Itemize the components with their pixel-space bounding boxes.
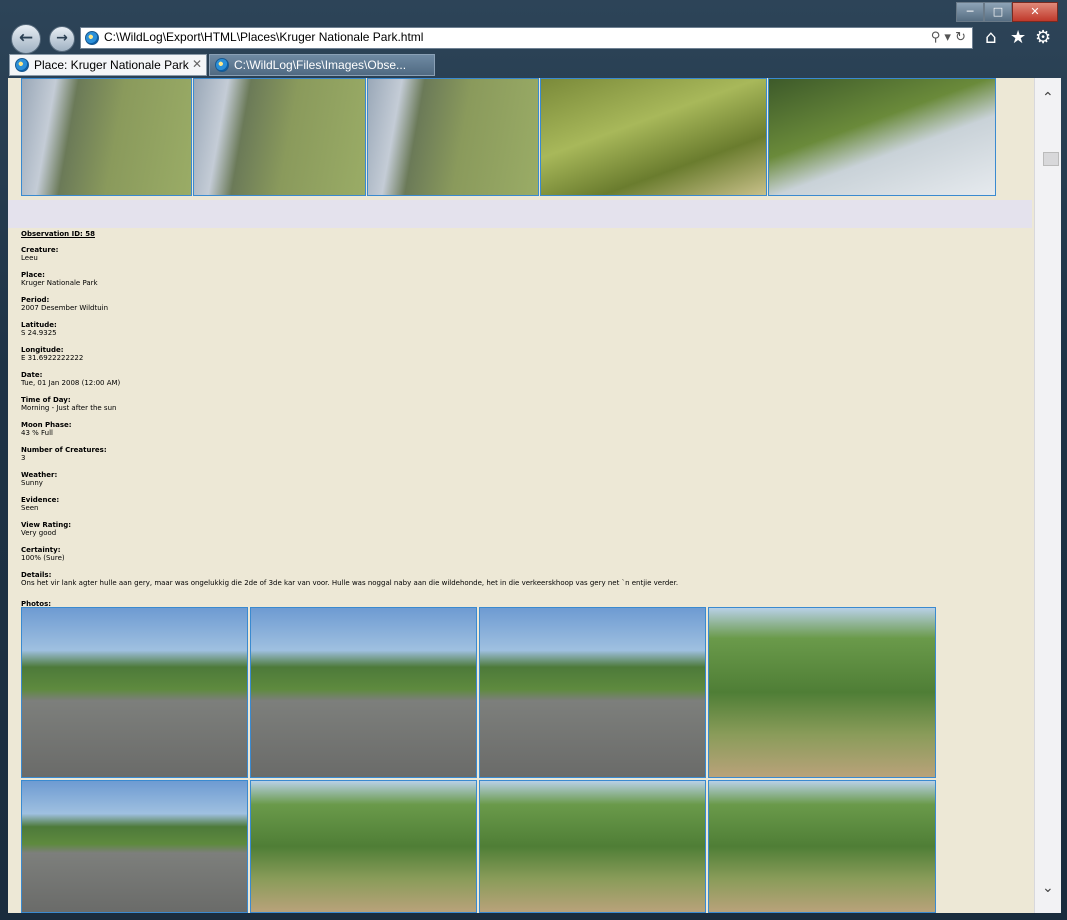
field-certainty: Certainty: 100% (Sure) bbox=[21, 546, 678, 562]
field-label: Weather: bbox=[21, 471, 58, 479]
field-value: Leeu bbox=[21, 254, 38, 262]
tab-close-icon[interactable]: ✕ bbox=[192, 57, 202, 71]
gear-icon[interactable]: ⚙ bbox=[1035, 27, 1051, 48]
scroll-down-icon[interactable]: ⌄ bbox=[1042, 880, 1054, 896]
maximize-icon[interactable]: □ bbox=[984, 2, 1012, 22]
tab-image-file[interactable]: C:\WildLog\Files\Images\Obse... bbox=[209, 54, 435, 76]
field-label: Period: bbox=[21, 296, 50, 304]
photo-thumbnail[interactable] bbox=[21, 607, 248, 778]
field-value: Morning - Just after the sun bbox=[21, 404, 117, 412]
vertical-scrollbar[interactable]: ⌃ ⌄ bbox=[1034, 78, 1061, 913]
photo-thumbnail[interactable] bbox=[367, 78, 539, 196]
star-icon[interactable]: ★ bbox=[1010, 27, 1026, 48]
field-longitude: Longitude: E 31.6922222222 bbox=[21, 346, 678, 362]
field-label: Details: bbox=[21, 571, 52, 579]
back-arrow-icon[interactable]: ← bbox=[11, 24, 41, 54]
tab-place-kruger[interactable]: Place: Kruger Nationale Park ✕ bbox=[9, 54, 207, 76]
photo-thumbnail[interactable] bbox=[479, 780, 706, 913]
forward-arrow-icon[interactable]: → bbox=[49, 26, 75, 52]
field-label: Number of Creatures: bbox=[21, 446, 107, 454]
photo-thumbnail[interactable] bbox=[21, 78, 192, 196]
photo-thumbnail[interactable] bbox=[250, 607, 477, 778]
window-controls: ─ □ ✕ bbox=[956, 2, 1058, 22]
field-period: Period: 2007 Desember Wildtuin bbox=[21, 296, 678, 312]
field-label: Moon Phase: bbox=[21, 421, 72, 429]
field-label: View Rating: bbox=[21, 521, 71, 529]
field-value: Sunny bbox=[21, 479, 43, 487]
field-weather: Weather: Sunny bbox=[21, 471, 678, 487]
field-label: Place: bbox=[21, 271, 45, 279]
field-evidence: Evidence: Seen bbox=[21, 496, 678, 512]
photo-thumbnail[interactable] bbox=[708, 607, 936, 778]
field-number-of-creatures: Number of Creatures: 3 bbox=[21, 446, 678, 462]
search-refresh-icons[interactable]: ⚲ ▾ ↻ bbox=[931, 30, 966, 45]
field-moon-phase: Moon Phase: 43 % Full bbox=[21, 421, 678, 437]
field-value: Tue, 01 Jan 2008 (12:00 AM) bbox=[21, 379, 121, 387]
tab-label: Place: Kruger Nationale Park bbox=[34, 58, 189, 72]
field-value: 3 bbox=[21, 454, 26, 462]
field-label: Creature: bbox=[21, 246, 59, 254]
field-value: Seen bbox=[21, 504, 39, 512]
field-label: Evidence: bbox=[21, 496, 60, 504]
field-value: 43 % Full bbox=[21, 429, 53, 437]
photo-thumbnail[interactable] bbox=[21, 780, 248, 913]
field-label: Latitude: bbox=[21, 321, 57, 329]
field-value: 100% (Sure) bbox=[21, 554, 65, 562]
field-value: E 31.6922222222 bbox=[21, 354, 84, 362]
field-label: Longitude: bbox=[21, 346, 64, 354]
close-icon[interactable]: ✕ bbox=[1012, 2, 1058, 22]
photo-thumbnail[interactable] bbox=[540, 78, 767, 196]
scroll-up-icon[interactable]: ⌃ bbox=[1042, 90, 1054, 106]
field-value: 2007 Desember Wildtuin bbox=[21, 304, 109, 312]
field-place: Place: Kruger Nationale Park bbox=[21, 271, 678, 287]
field-value: Ons het vir lank agter hulle aan gery, m… bbox=[21, 579, 679, 587]
section-separator bbox=[8, 200, 1032, 228]
scrollbar-thumb[interactable] bbox=[1043, 152, 1059, 166]
observation-details: Observation ID: 58 Creature: Leeu Place: K… bbox=[21, 230, 678, 596]
observation-heading: Observation ID: 58 bbox=[21, 230, 95, 238]
field-value: S 24.9325 bbox=[21, 329, 57, 337]
field-time-of-day: Time of Day: Morning - Just after the sun bbox=[21, 396, 678, 412]
field-label: Certainty: bbox=[21, 546, 61, 554]
ie-tab-icon bbox=[215, 58, 229, 72]
photo-thumbnail[interactable] bbox=[250, 780, 477, 913]
photo-thumbnail[interactable] bbox=[708, 780, 936, 913]
field-latitude: Latitude: S 24.9325 bbox=[21, 321, 678, 337]
home-icon[interactable]: ⌂ bbox=[985, 27, 996, 48]
address-url[interactable]: C:\WildLog\Export\HTML\Places\Kruger Nat… bbox=[104, 30, 423, 44]
field-value: Kruger Nationale Park bbox=[21, 279, 98, 287]
photo-thumbnail[interactable] bbox=[193, 78, 366, 196]
minimize-icon[interactable]: ─ bbox=[956, 2, 984, 22]
field-creature: Creature: Leeu bbox=[21, 246, 678, 262]
tab-label: C:\WildLog\Files\Images\Obse... bbox=[234, 58, 407, 72]
field-label: Time of Day: bbox=[21, 396, 71, 404]
field-label: Date: bbox=[21, 371, 43, 379]
photo-thumbnail[interactable] bbox=[768, 78, 996, 196]
field-date: Date: Tue, 01 Jan 2008 (12:00 AM) bbox=[21, 371, 678, 387]
field-value: Very good bbox=[21, 529, 57, 537]
field-details: Details: Ons het vir lank agter hulle aan… bbox=[21, 571, 678, 587]
ie-tab-icon bbox=[15, 58, 29, 72]
photo-thumbnail[interactable] bbox=[479, 607, 706, 778]
field-view-rating: View Rating: Very good bbox=[21, 521, 678, 537]
address-bar[interactable]: C:\WildLog\Export\HTML\Places\Kruger Nat… bbox=[80, 27, 973, 49]
ie-page-icon bbox=[85, 31, 99, 45]
